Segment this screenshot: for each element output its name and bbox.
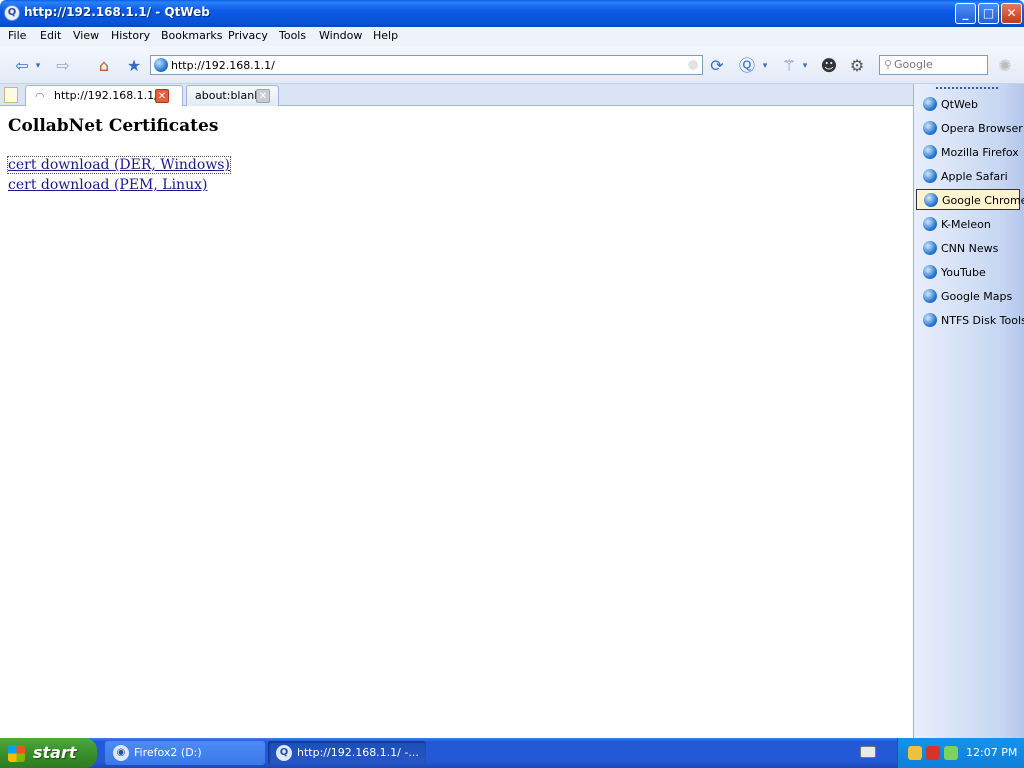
menu-bookmarks[interactable]: Bookmarks xyxy=(161,29,222,42)
globe-icon xyxy=(923,169,937,183)
bookmark-label: Google Maps xyxy=(941,290,1013,303)
taskbar-item-qtweb[interactable]: Q http://192.168.1.1/ -... xyxy=(268,741,426,765)
cert-pem-link[interactable]: cert download (PEM, Linux) xyxy=(8,177,207,193)
task-label: Firefox2 (D:) xyxy=(134,746,202,759)
user-agent-icon[interactable]: ☻ xyxy=(819,56,839,76)
home-icon[interactable]: ⌂ xyxy=(94,56,114,76)
close-tab-icon[interactable]: ✕ xyxy=(256,89,270,103)
menu-bar: File Edit View History Bookmarks Privacy… xyxy=(0,27,1024,46)
bookmark-chrome[interactable]: Google Chrome xyxy=(916,189,1024,210)
bookmark-firefox[interactable]: Mozilla Firefox xyxy=(916,142,1020,163)
close-tab-icon[interactable]: ✕ xyxy=(155,89,169,103)
forward-icon[interactable]: ⇨ xyxy=(53,56,73,76)
sidebar-grip[interactable] xyxy=(936,87,998,89)
qtweb-app-icon[interactable]: Q xyxy=(4,5,20,21)
security-alert-icon[interactable] xyxy=(926,746,940,760)
bookmark-google-maps[interactable]: Google Maps xyxy=(916,286,1020,307)
close-button[interactable]: ✕ xyxy=(1001,3,1022,24)
globe-icon xyxy=(923,313,937,327)
settings-gear-icon[interactable]: ⚙ xyxy=(847,56,867,76)
bookmark-ntfs[interactable]: NTFS Disk Tools xyxy=(916,310,1024,331)
bookmark-label: Mozilla Firefox xyxy=(941,146,1019,159)
bookmark-qtweb[interactable]: QtWeb xyxy=(916,94,1020,115)
qtweb-icon: Q xyxy=(276,745,292,761)
bookmark-label: QtWeb xyxy=(941,98,978,111)
magic-wand-icon[interactable]: ⚚ xyxy=(779,56,799,76)
bookmark-label: Apple Safari xyxy=(941,170,1008,183)
loading-icon: ◠ xyxy=(35,90,45,103)
bookmark-youtube[interactable]: YouTube xyxy=(916,262,1020,283)
bookmark-safari[interactable]: Apple Safari xyxy=(916,166,1020,187)
wand-dropdown-icon[interactable]: ▾ xyxy=(799,56,811,76)
globe-icon xyxy=(923,97,937,111)
keyboard-icon[interactable] xyxy=(860,746,876,758)
tab-label: about:blank xyxy=(195,89,261,102)
bookmark-label: Opera Browser xyxy=(941,122,1023,135)
bookmark-opera[interactable]: Opera Browser xyxy=(916,118,1023,139)
globe-icon xyxy=(923,241,937,255)
taskbar-item-firefox2[interactable]: ◉ Firefox2 (D:) xyxy=(105,741,265,765)
globe-icon xyxy=(923,265,937,279)
start-button[interactable]: start xyxy=(0,738,97,768)
globe-icon xyxy=(923,289,937,303)
new-tab-icon[interactable] xyxy=(4,87,18,103)
maximize-button[interactable]: □ xyxy=(978,3,999,24)
tab-active[interactable]: ◠ http://192.168.1.1/ ✕ xyxy=(25,85,183,106)
title-bar: Q http://192.168.1.1/ - QtWeb _ □ ✕ xyxy=(0,0,1024,27)
bookmark-cnn[interactable]: CNN News xyxy=(916,238,1020,259)
clock[interactable]: 12:07 PM xyxy=(966,746,1017,759)
menu-history[interactable]: History xyxy=(111,29,150,42)
page-heading: CollabNet Certificates xyxy=(8,116,219,136)
globe-icon xyxy=(154,58,168,72)
loading-spinner-icon: ✺ xyxy=(998,56,1012,75)
security-indicator-icon xyxy=(688,60,698,70)
menu-help[interactable]: Help xyxy=(373,29,398,42)
globe-icon xyxy=(923,217,937,231)
back-icon[interactable]: ⇦ xyxy=(12,56,32,76)
address-bar[interactable]: http://192.168.1.1/ xyxy=(150,55,703,75)
cert-der-link[interactable]: cert download (DER, Windows) xyxy=(7,156,231,174)
window-title: http://192.168.1.1/ - QtWeb xyxy=(24,5,210,19)
bookmark-star-icon[interactable]: ★ xyxy=(124,56,144,76)
tab-inactive[interactable]: about:blank ✕ xyxy=(186,85,279,106)
menu-file[interactable]: File xyxy=(8,29,26,42)
privacy-dropdown-icon[interactable]: ▾ xyxy=(759,56,771,76)
menu-window[interactable]: Window xyxy=(319,29,362,42)
task-label: http://192.168.1.1/ -... xyxy=(297,746,419,759)
privacy-icon[interactable]: Ⓠ xyxy=(737,56,757,76)
search-input[interactable] xyxy=(894,58,984,71)
minimize-button[interactable]: _ xyxy=(955,3,976,24)
taskbar: start ◉ Firefox2 (D:) Q http://192.168.1… xyxy=(0,738,1024,768)
bookmark-label: YouTube xyxy=(941,266,986,279)
bookmark-label: Google Chrome xyxy=(942,194,1024,207)
globe-icon xyxy=(923,121,937,135)
start-label: start xyxy=(33,743,77,762)
shield-icon[interactable] xyxy=(908,746,922,760)
bookmark-kmeleon[interactable]: K-Meleon xyxy=(916,214,1020,235)
globe-icon xyxy=(923,145,937,159)
tab-label: http://192.168.1.1/ xyxy=(54,89,158,102)
windows-logo-icon xyxy=(8,745,25,762)
bookmarks-sidebar: QtWeb Opera Browser Mozilla Firefox Appl… xyxy=(913,84,1024,738)
back-dropdown-icon[interactable]: ▾ xyxy=(32,56,44,76)
menu-privacy[interactable]: Privacy xyxy=(228,29,268,42)
bookmark-label: NTFS Disk Tools xyxy=(941,314,1024,327)
search-icon: ⚲ xyxy=(884,58,893,71)
drive-icon: ◉ xyxy=(113,745,129,761)
page-content: CollabNet Certificates cert download (DE… xyxy=(0,106,913,738)
menu-edit[interactable]: Edit xyxy=(40,29,61,42)
system-tray: 12:07 PM xyxy=(897,738,1024,768)
search-box[interactable]: ⚲ xyxy=(879,55,988,75)
tab-bar: ◠ http://192.168.1.1/ ✕ about:blank ✕ xyxy=(0,84,913,106)
reload-icon[interactable]: ⟳ xyxy=(707,56,727,76)
bookmark-label: CNN News xyxy=(941,242,999,255)
menu-tools[interactable]: Tools xyxy=(279,29,306,42)
address-url[interactable]: http://192.168.1.1/ xyxy=(171,59,275,72)
bookmark-label: K-Meleon xyxy=(941,218,991,231)
globe-icon xyxy=(924,193,938,207)
menu-view[interactable]: View xyxy=(73,29,99,42)
network-icon[interactable] xyxy=(944,746,958,760)
